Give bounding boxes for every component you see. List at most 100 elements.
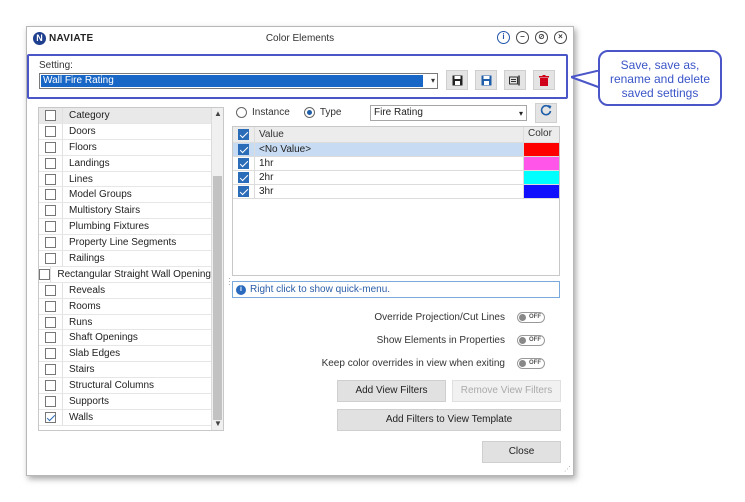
category-label: Reveals [69, 284, 106, 296]
category-checkbox[interactable] [45, 237, 56, 249]
category-row[interactable]: Model Groups [39, 187, 211, 204]
category-checkbox[interactable] [45, 173, 56, 185]
category-row[interactable]: Lines [39, 171, 211, 188]
category-checkbox-cell [39, 251, 63, 266]
category-row[interactable]: Plumbing Fixtures [39, 219, 211, 236]
category-label: Plumbing Fixtures [69, 221, 150, 233]
save-button[interactable] [446, 70, 468, 90]
add-view-filters-button[interactable]: Add View Filters [337, 380, 446, 402]
category-label: Model Groups [69, 189, 132, 201]
category-checkbox[interactable] [45, 364, 56, 376]
category-checkbox[interactable] [45, 380, 56, 392]
category-label: Runs [69, 316, 93, 328]
category-row[interactable]: Railings [39, 251, 211, 267]
category-row[interactable]: Shaft Openings [39, 330, 211, 347]
category-scrollbar[interactable]: ▲ ▼ [211, 108, 223, 430]
category-row[interactable]: Rectangular Straight Wall Opening [39, 266, 211, 283]
category-checkbox[interactable] [45, 125, 56, 137]
color-swatch[interactable] [523, 157, 559, 170]
category-list[interactable]: Category Doors Floors Landings Lines Model G… [38, 107, 224, 431]
category-row[interactable]: Multistory Stairs [39, 203, 211, 220]
value-checkbox-cell [233, 157, 255, 170]
remove-view-filters-button[interactable]: Remove View Filters [452, 380, 561, 402]
category-row[interactable]: Floors [39, 139, 211, 156]
category-checkbox[interactable] [39, 268, 51, 280]
category-checkbox[interactable] [45, 205, 56, 217]
category-row[interactable]: Supports [39, 394, 211, 410]
rename-button[interactable] [504, 70, 526, 90]
value-row[interactable]: 3hr [233, 185, 559, 199]
delete-button[interactable] [533, 70, 555, 90]
value-row[interactable]: 1hr [233, 157, 559, 171]
category-row[interactable]: Rooms [39, 298, 211, 315]
category-checkbox[interactable] [45, 284, 56, 296]
refresh-icon [540, 104, 552, 116]
category-row[interactable]: Reveals [39, 282, 211, 299]
value-label: 1hr [259, 158, 274, 169]
category-checkbox[interactable] [45, 221, 56, 233]
type-radio[interactable] [303, 107, 315, 118]
pin-icon[interactable]: ⊘ [535, 31, 548, 44]
scrollbar-thumb[interactable] [213, 176, 222, 420]
category-checkbox[interactable] [45, 252, 56, 264]
parameter-dropdown[interactable]: Fire Rating ▾ [370, 105, 527, 121]
category-checkbox[interactable] [45, 348, 56, 360]
close-button[interactable]: Close [482, 441, 561, 463]
category-checkbox[interactable] [45, 395, 56, 407]
value-checkbox-cell [233, 171, 255, 184]
color-swatch[interactable] [523, 143, 559, 156]
toggle-keep-overrides: Keep color overrides in view when exitin… [322, 358, 545, 369]
select-all-checkbox[interactable] [45, 109, 56, 121]
category-row[interactable]: Structural Columns [39, 378, 211, 395]
category-row[interactable]: Doors [39, 123, 211, 140]
category-label: Floors [69, 141, 97, 153]
close-icon[interactable]: × [554, 31, 567, 44]
category-checkbox[interactable] [45, 411, 56, 423]
category-label: Rooms [69, 300, 101, 312]
info-bar: i Right click to show quick-menu. [232, 281, 560, 298]
category-header-label: Category [69, 109, 110, 121]
floppy-disk-icon [452, 75, 462, 86]
category-row[interactable]: Property Line Segments [39, 235, 211, 252]
values-select-all-checkbox[interactable] [238, 129, 249, 140]
value-checkbox[interactable] [238, 172, 249, 183]
category-row[interactable]: Landings [39, 155, 211, 172]
setting-dropdown[interactable]: Wall Fire Rating ▾ [39, 73, 438, 89]
category-row[interactable]: Stairs [39, 362, 211, 379]
scroll-down-icon[interactable]: ▼ [212, 418, 223, 430]
category-checkbox-cell [39, 298, 63, 314]
refresh-button[interactable] [535, 103, 557, 123]
save-as-button[interactable] [475, 70, 497, 90]
color-swatch[interactable] [523, 171, 559, 184]
value-row[interactable]: <No Value> [233, 143, 559, 157]
category-checkbox[interactable] [45, 189, 56, 201]
show-elements-toggle[interactable]: OFF [517, 335, 545, 346]
value-row[interactable]: 2hr [233, 171, 559, 185]
info-icon[interactable]: i [497, 31, 510, 44]
category-checkbox[interactable] [45, 316, 56, 328]
category-checkbox[interactable] [45, 157, 56, 169]
value-checkbox-cell [233, 143, 255, 156]
override-projection-toggle[interactable]: OFF [517, 312, 545, 323]
setting-group: Setting: Wall Fire Rating ▾ [27, 54, 568, 99]
keep-overrides-toggle[interactable]: OFF [517, 358, 545, 369]
instance-radio[interactable] [236, 107, 247, 118]
category-checkbox[interactable] [45, 300, 56, 312]
value-checkbox[interactable] [238, 158, 249, 169]
values-table: Value Color <No Value> 1hr 2hr 3hr [232, 126, 560, 276]
category-checkbox[interactable] [45, 141, 56, 153]
scroll-up-icon[interactable]: ▲ [212, 108, 223, 120]
panel-splitter[interactable]: · · · [228, 275, 231, 289]
resize-grip-icon[interactable]: ⋰ [564, 465, 571, 473]
value-checkbox[interactable] [238, 144, 249, 155]
minimize-icon[interactable]: – [516, 31, 529, 44]
category-checkbox[interactable] [45, 332, 56, 344]
category-row[interactable]: Slab Edges [39, 346, 211, 363]
color-swatch[interactable] [523, 185, 559, 198]
value-label: 2hr [259, 172, 274, 183]
category-row[interactable]: Walls [39, 409, 211, 426]
category-row[interactable]: Runs [39, 314, 211, 331]
value-checkbox[interactable] [238, 186, 249, 197]
category-checkbox-cell [39, 155, 63, 171]
add-filters-to-template-button[interactable]: Add Filters to View Template [337, 409, 561, 431]
